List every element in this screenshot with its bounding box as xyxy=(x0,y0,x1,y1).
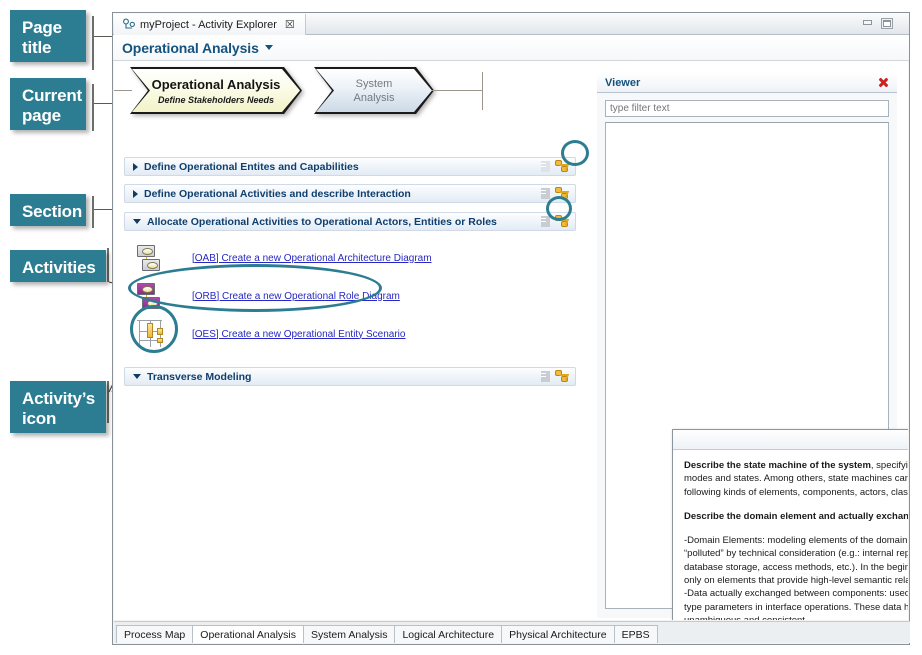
section-label: Define Operational Activities and descri… xyxy=(144,187,411,200)
tab-logical-architecture[interactable]: Logical Architecture xyxy=(394,625,503,643)
annotation-activity-icon-label: Activity’s icon xyxy=(22,389,95,428)
chevron-right-icon[interactable] xyxy=(133,189,138,198)
annotation-activity-icon: Activity’s icon xyxy=(10,381,106,433)
activity-link[interactable]: [OAB] Create a new Operational Architect… xyxy=(192,253,432,264)
leader-section xyxy=(92,196,94,228)
section-description-icon[interactable] xyxy=(541,161,550,172)
highlight-ellipse-activity-icon xyxy=(130,305,178,353)
viewer-title: Viewer xyxy=(605,76,641,89)
annotation-activities: Activities xyxy=(10,250,106,282)
annotation-page-title-label: Page title xyxy=(22,18,62,57)
tab-operational-analysis[interactable]: Operational Analysis xyxy=(192,625,305,643)
annotation-current-page: Current page xyxy=(10,78,86,130)
popup-header xyxy=(673,430,908,450)
section-description-popup: Describe the state machine of the system… xyxy=(672,429,908,620)
chevron-down-icon[interactable] xyxy=(133,374,141,379)
leader-activities xyxy=(107,248,109,282)
highlight-ellipse-section-description-icon xyxy=(546,196,572,221)
popup-paragraph: -Domain Elements: modeling elements of t… xyxy=(684,534,908,587)
viewer-header: Viewer xyxy=(597,73,897,93)
section-description-icon[interactable] xyxy=(541,216,550,227)
project-icon xyxy=(122,18,135,31)
tab-label: Physical Architecture xyxy=(509,628,607,641)
popup-paragraph-bold: Describe the state machine of the system xyxy=(684,460,871,471)
activity-explorer-canvas: Operational Analysis Define Stakeholders… xyxy=(114,61,908,620)
highlight-ellipse-section-link-icon xyxy=(561,140,589,166)
window-titlebar: myProject - Activity Explorer ☒ xyxy=(113,13,909,35)
chevron-down-icon[interactable] xyxy=(133,219,141,224)
section-define-operational-entities[interactable]: Define Operational Entites and Capabilit… xyxy=(124,157,576,176)
section-label: Allocate Operational Activities to Opera… xyxy=(147,215,497,228)
section-description-icon[interactable] xyxy=(541,188,550,199)
tab-label: Operational Analysis xyxy=(200,628,297,641)
highlight-ellipse-activity-orb xyxy=(128,264,382,312)
popup-paragraph-rest: -Domain Elements: modeling elements of t… xyxy=(684,535,908,587)
section-transverse-modeling[interactable]: Transverse Modeling xyxy=(124,367,576,386)
flow-step-subtitle: Define Stakeholders Needs xyxy=(157,94,275,105)
editor-tab-title: myProject - Activity Explorer xyxy=(140,18,277,31)
popup-paragraph-bold: Describe the domain element and actually… xyxy=(684,510,908,522)
tab-physical-architecture[interactable]: Physical Architecture xyxy=(501,625,615,643)
popup-paragraph: -Data actually exchanged between compone… xyxy=(684,587,908,620)
section-description-icon[interactable] xyxy=(541,371,550,382)
flow-separator xyxy=(482,72,483,110)
leader-activity-icon xyxy=(107,381,109,423)
popup-paragraph: Describe the domain element and actually… xyxy=(684,510,908,523)
annotation-activities-label: Activities xyxy=(22,258,96,277)
application-window: myProject - Activity Explorer ☒ Operatio… xyxy=(112,12,910,645)
popup-body: Describe the state machine of the system… xyxy=(673,450,908,620)
flow-step-title: System Analysis xyxy=(353,77,395,104)
annotation-section: Section xyxy=(10,194,86,226)
chevron-down-icon[interactable] xyxy=(264,45,273,50)
leader-current-page xyxy=(92,84,94,131)
close-icon[interactable]: ☒ xyxy=(285,18,295,31)
section-allocate-operational-activities[interactable]: Allocate Operational Activities to Opera… xyxy=(124,212,576,231)
flow-connector-end xyxy=(432,90,482,91)
perspective-tab-bar: Process Map Operational Analysis System … xyxy=(114,621,910,643)
tab-process-map[interactable]: Process Map xyxy=(116,625,194,643)
annotation-current-page-label: Current page xyxy=(22,86,82,125)
section-define-operational-activities[interactable]: Define Operational Activities and descri… xyxy=(124,184,576,203)
diagram-gray-icon xyxy=(136,243,170,273)
annotation-section-label: Section xyxy=(22,202,83,221)
maximize-button[interactable] xyxy=(881,18,893,29)
tab-system-analysis[interactable]: System Analysis xyxy=(303,625,396,643)
page-title-bar: Operational Analysis xyxy=(113,35,909,61)
chevron-right-icon[interactable] xyxy=(133,162,138,171)
section-label: Define Operational Entites and Capabilit… xyxy=(144,160,359,173)
page-title: Operational Analysis xyxy=(122,39,259,56)
popup-paragraph: Describe the state machine of the system… xyxy=(684,459,908,499)
leader-page-title xyxy=(92,16,94,70)
activity-link[interactable]: [OES] Create a new Operational Entity Sc… xyxy=(192,329,405,340)
minimize-button[interactable] xyxy=(862,18,874,29)
annotation-page-title: Page title xyxy=(10,10,86,62)
tab-label: Logical Architecture xyxy=(402,628,495,641)
search-input[interactable] xyxy=(605,100,889,117)
section-link-icon[interactable] xyxy=(555,370,570,383)
flow-step-title: Operational Analysis xyxy=(151,76,281,92)
close-icon[interactable] xyxy=(877,76,890,89)
tab-label: System Analysis xyxy=(311,628,388,641)
tab-epbs[interactable]: EPBS xyxy=(613,625,658,643)
tab-label: EPBS xyxy=(621,628,650,641)
popup-paragraph-rest: -Data actually exchanged between compone… xyxy=(684,588,908,620)
flow-step-operational-analysis[interactable]: Operational Analysis Define Stakeholders… xyxy=(130,67,302,114)
section-label: Transverse Modeling xyxy=(147,370,252,383)
tab-label: Process Map xyxy=(124,628,186,641)
flow-step-system-analysis[interactable]: System Analysis xyxy=(314,67,434,114)
editor-tab[interactable]: myProject - Activity Explorer ☒ xyxy=(114,14,306,35)
